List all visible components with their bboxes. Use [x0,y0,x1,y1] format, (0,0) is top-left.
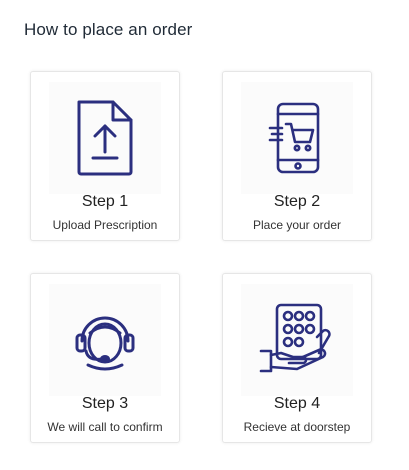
support-headset-icon [49,284,161,396]
mobile-cart-icon [241,82,353,194]
step-card-2: Step 2 Place your order [222,71,372,241]
step-title: Step 2 [273,193,321,210]
step-card-4: Step 4 Recieve at doorstep [222,273,372,443]
step-card-1: Step 1 Upload Prescription [30,71,180,241]
step-subtitle: Recieve at doorstep [243,420,351,434]
upload-document-icon [49,82,161,194]
page-title: How to place an order [24,20,193,39]
step-subtitle: We will call to confirm [47,420,163,434]
step-title: Step 4 [273,395,321,412]
step-subtitle: Upload Prescription [52,218,158,232]
step-card-3: Step 3 We will call to confirm [30,273,180,443]
pills-in-hand-icon [241,284,353,396]
step-subtitle: Place your order [252,218,342,232]
step-title: Step 1 [81,193,129,210]
step-title: Step 3 [81,395,129,412]
